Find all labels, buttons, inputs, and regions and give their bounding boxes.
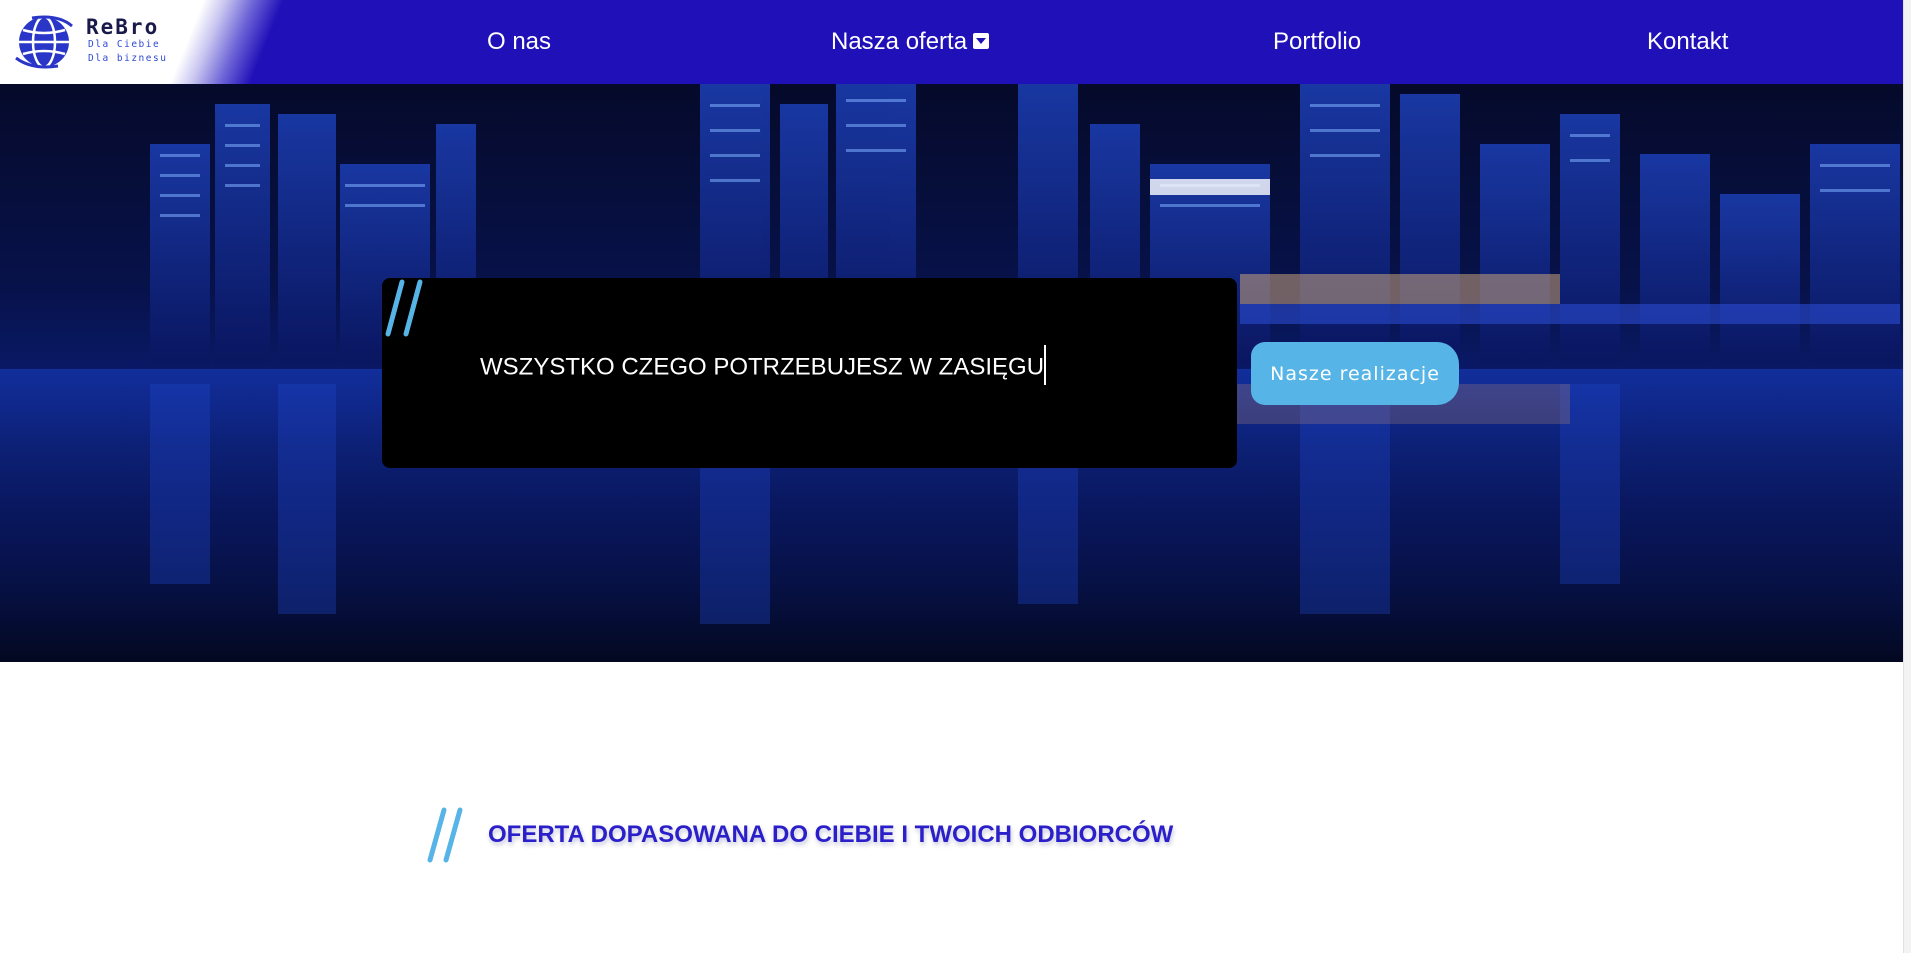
top-navbar: ReBro Dla Ciebie Dla biznesu O nas Nasza…: [0, 0, 1903, 84]
hero-typed-text: WSZYSTKO CZEGO POTRZEBUJESZ W ZASIĘGU: [480, 345, 1047, 388]
caret-down-icon: [973, 32, 990, 49]
offer-section-heading: OFERTA DOPASOWANA DO CIEBIE I TWOICH ODB…: [424, 806, 1173, 864]
double-slash-icon: [427, 807, 463, 863]
hero-typed-text-value: WSZYSTKO CZEGO POTRZEBUJESZ W ZASIĘGU: [480, 353, 1045, 381]
nav-item-nasza-oferta[interactable]: Nasza oferta: [831, 26, 990, 58]
brand-name: ReBro: [86, 15, 160, 39]
section-title: OFERTA DOPASOWANA DO CIEBIE I TWOICH ODB…: [488, 821, 1174, 848]
hero-section: WSZYSTKO CZEGO POTRZEBUJESZ W ZASIĘGU Na…: [0, 84, 1903, 662]
nav-item-o-nas[interactable]: O nas: [487, 26, 551, 58]
logo-link[interactable]: ReBro Dla Ciebie Dla biznesu: [0, 0, 330, 84]
portfolio-cta-button[interactable]: Nasze realizacje: [1251, 342, 1459, 405]
page-scrollbar[interactable]: [1903, 0, 1911, 953]
logo-text: ReBro Dla Ciebie Dla biznesu: [86, 16, 167, 66]
globe-icon: [15, 15, 73, 69]
double-slash-icon: [385, 279, 423, 337]
nav-item-kontakt[interactable]: Kontakt: [1647, 26, 1728, 58]
typing-cursor: [1044, 345, 1047, 385]
brand-tagline-2: Dla biznesu: [88, 53, 168, 64]
hero-text-box: WSZYSTKO CZEGO POTRZEBUJESZ W ZASIĘGU: [382, 278, 1237, 468]
nav-item-label: Nasza oferta: [831, 28, 968, 55]
nav-item-portfolio[interactable]: Portfolio: [1273, 26, 1361, 58]
brand-tagline-1: Dla Ciebie: [88, 39, 161, 50]
